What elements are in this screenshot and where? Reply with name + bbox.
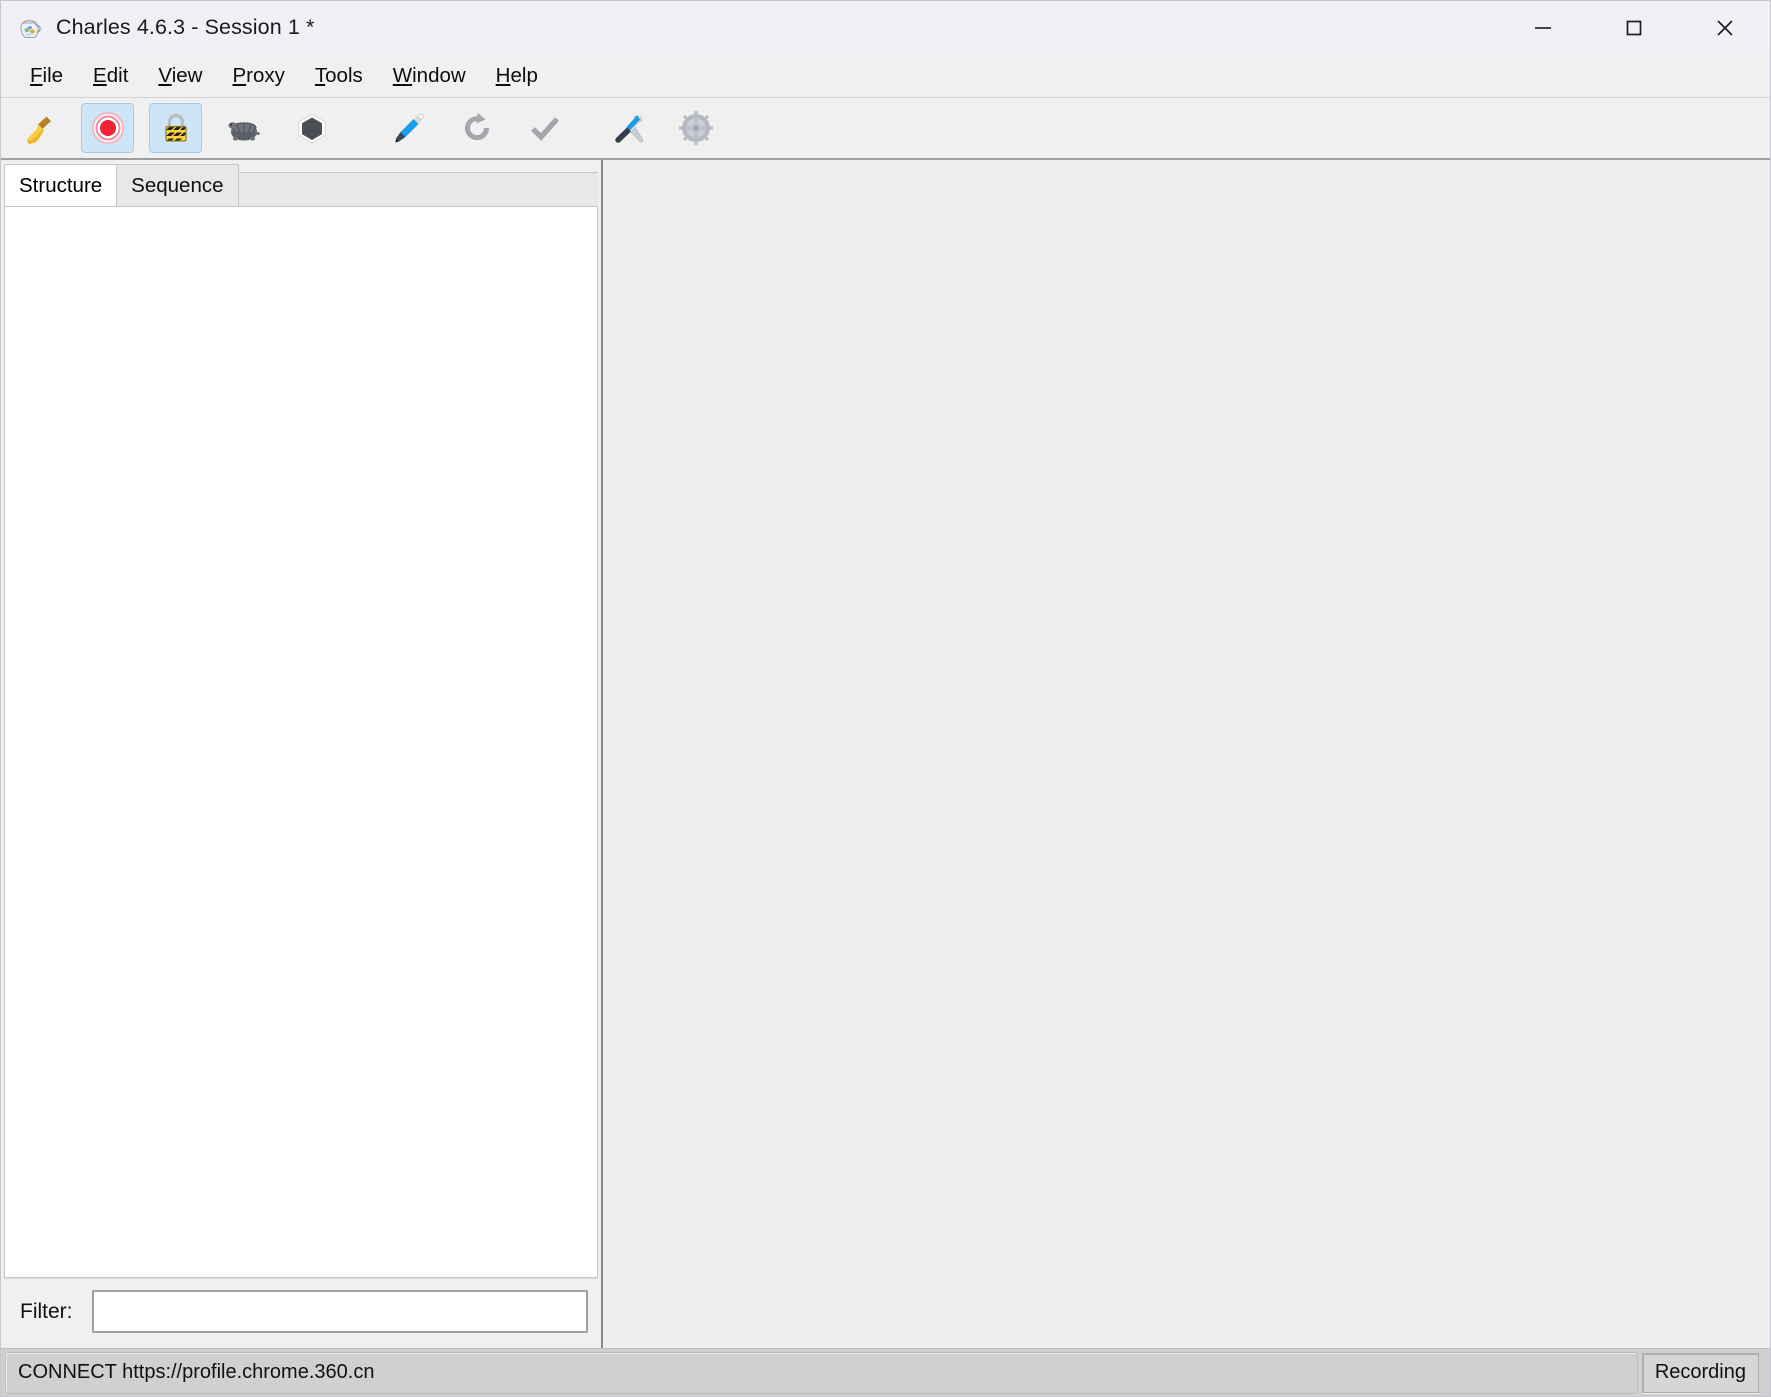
- repeat-arrow-icon: [464, 113, 489, 141]
- settings-button[interactable]: [669, 103, 722, 153]
- main-content-area: Structure Sequence Filter:: [1, 160, 1770, 1348]
- menu-help[interactable]: Help: [481, 62, 553, 90]
- menu-window-mnemonic: W: [392, 63, 413, 87]
- tools-button[interactable]: [601, 103, 654, 153]
- toolbar: [1, 98, 1770, 160]
- view-tabs: Structure Sequence: [4, 163, 598, 207]
- maximize-icon: [1626, 20, 1641, 35]
- record-button[interactable]: [81, 103, 134, 153]
- validate-button[interactable]: [518, 103, 571, 153]
- menu-file-rest: ile: [42, 63, 64, 87]
- breakpoints-button[interactable]: [285, 103, 338, 153]
- filter-label: Filter:: [20, 1299, 73, 1323]
- recording-status-badge: Recording: [1641, 1352, 1759, 1393]
- clear-session-button[interactable]: [13, 103, 66, 153]
- menu-view[interactable]: View: [143, 62, 217, 90]
- menu-file-mnemonic: F: [30, 63, 43, 87]
- turtle-icon: [228, 122, 260, 141]
- broom-icon: [26, 116, 51, 144]
- menu-tools-mnemonic: T: [314, 63, 326, 87]
- menu-help-mnemonic: H: [495, 63, 511, 87]
- status-message: CONNECT https://profile.chrome.360.cn: [5, 1351, 1638, 1394]
- checkmark-icon: [530, 117, 559, 141]
- window-title: Charles 4.6.3 - Session 1 *: [56, 15, 315, 39]
- menu-proxy-rest: roxy: [246, 63, 285, 87]
- menu-edit[interactable]: Edit: [78, 62, 143, 90]
- throttle-button[interactable]: [217, 103, 270, 153]
- session-tree[interactable]: [4, 207, 598, 1278]
- close-icon: [1716, 19, 1733, 36]
- menu-window[interactable]: Window: [378, 62, 481, 90]
- menu-proxy-mnemonic: P: [232, 63, 247, 87]
- compose-button[interactable]: [382, 103, 435, 153]
- record-icon: [91, 112, 124, 144]
- menu-file[interactable]: File: [15, 62, 78, 90]
- menu-bar: File Edit View Proxy Tools Window Help: [1, 54, 1770, 98]
- detail-panel[interactable]: [605, 160, 1770, 1348]
- padlock-icon: [164, 113, 187, 142]
- menu-tools[interactable]: Tools: [300, 62, 378, 90]
- left-panel: Structure Sequence Filter:: [1, 160, 598, 1348]
- repeat-button[interactable]: [450, 103, 503, 153]
- filter-bar: Filter:: [4, 1278, 598, 1344]
- menu-edit-mnemonic: E: [93, 63, 107, 87]
- window-controls: [1497, 1, 1770, 54]
- tab-sequence[interactable]: Sequence: [116, 164, 239, 206]
- jug-icon: [17, 15, 43, 41]
- title-bar: Charles 4.6.3 - Session 1 *: [1, 1, 1770, 54]
- charles-main-window: Charles 4.6.3 - Session 1 * File Edit Vi…: [0, 0, 1771, 1397]
- menu-window-rest: indow: [412, 63, 466, 87]
- pane-splitter[interactable]: [598, 160, 605, 1348]
- close-button[interactable]: [1679, 1, 1770, 54]
- tab-structure[interactable]: Structure: [4, 164, 118, 206]
- pen-icon: [395, 113, 424, 143]
- menu-help-rest: elp: [510, 63, 538, 87]
- tabstrip-filler: [237, 172, 598, 206]
- title-bar-left: Charles 4.6.3 - Session 1 *: [1, 15, 314, 41]
- ssl-proxying-button[interactable]: [149, 103, 202, 153]
- menu-view-rest: iew: [171, 63, 203, 87]
- menu-view-mnemonic: V: [158, 63, 172, 87]
- gear-icon: [678, 111, 713, 145]
- maximize-button[interactable]: [1588, 1, 1679, 54]
- menu-proxy[interactable]: Proxy: [217, 62, 299, 90]
- tools-icon: [614, 114, 643, 143]
- menu-tools-rest: ools: [325, 63, 363, 87]
- minimize-icon: [1534, 26, 1551, 29]
- filter-input[interactable]: [91, 1290, 588, 1333]
- minimize-button[interactable]: [1497, 1, 1588, 54]
- hexagon-icon: [298, 113, 325, 144]
- menu-edit-rest: dit: [106, 63, 129, 87]
- status-bar: CONNECT https://profile.chrome.360.cn Re…: [1, 1348, 1770, 1396]
